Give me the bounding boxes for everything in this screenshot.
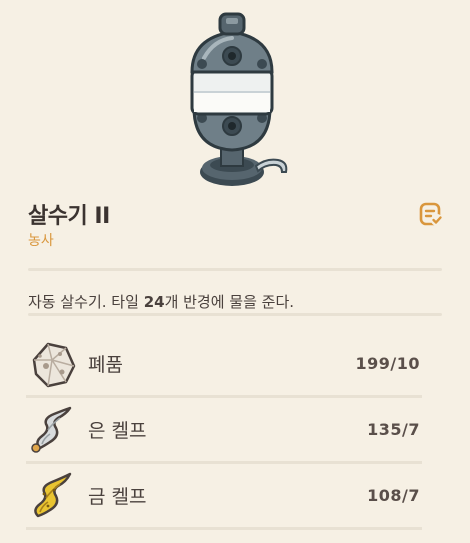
- sprinkler-icon: [190, 12, 288, 186]
- ingredient-count: 135/7: [367, 420, 420, 439]
- ingredient-list: 폐품 199/10 은 켈프 135/7 금 켈프 108/7: [26, 332, 422, 530]
- ingredient-name: 은 켈프: [88, 420, 147, 442]
- ingredient-row-gold-kelp[interactable]: 금 켈프 108/7: [26, 464, 422, 530]
- ingredient-count: 108/7: [367, 486, 420, 505]
- ingredient-name: 금 켈프: [88, 486, 147, 508]
- divider: [28, 313, 442, 316]
- ingredient-row-refined-quartz[interactable]: 폐품 199/10: [26, 332, 422, 398]
- silver-kelp-icon: [31, 406, 72, 453]
- item-category: 농사: [28, 233, 54, 249]
- gold-kelp-icon: [34, 472, 72, 517]
- recipe-book-icon[interactable]: [418, 201, 444, 227]
- item-title: 살수기 II: [28, 204, 110, 229]
- refined-quartz-icon: [32, 342, 76, 387]
- ingredient-name: 폐품: [88, 354, 123, 376]
- divider: [28, 268, 442, 271]
- ingredient-row-silver-kelp[interactable]: 은 켈프 135/7: [26, 398, 422, 464]
- item-description: 자동 살수기. 타일 24개 반경에 물을 준다.: [28, 293, 295, 311]
- ingredient-count: 199/10: [355, 354, 420, 373]
- item-title-row: 살수기 II: [28, 198, 110, 230]
- item-detail-panel: 살수기 II 농사 자동 살수기. 타일 24개 반경에 물을 준다. 폐품 1…: [0, 0, 470, 543]
